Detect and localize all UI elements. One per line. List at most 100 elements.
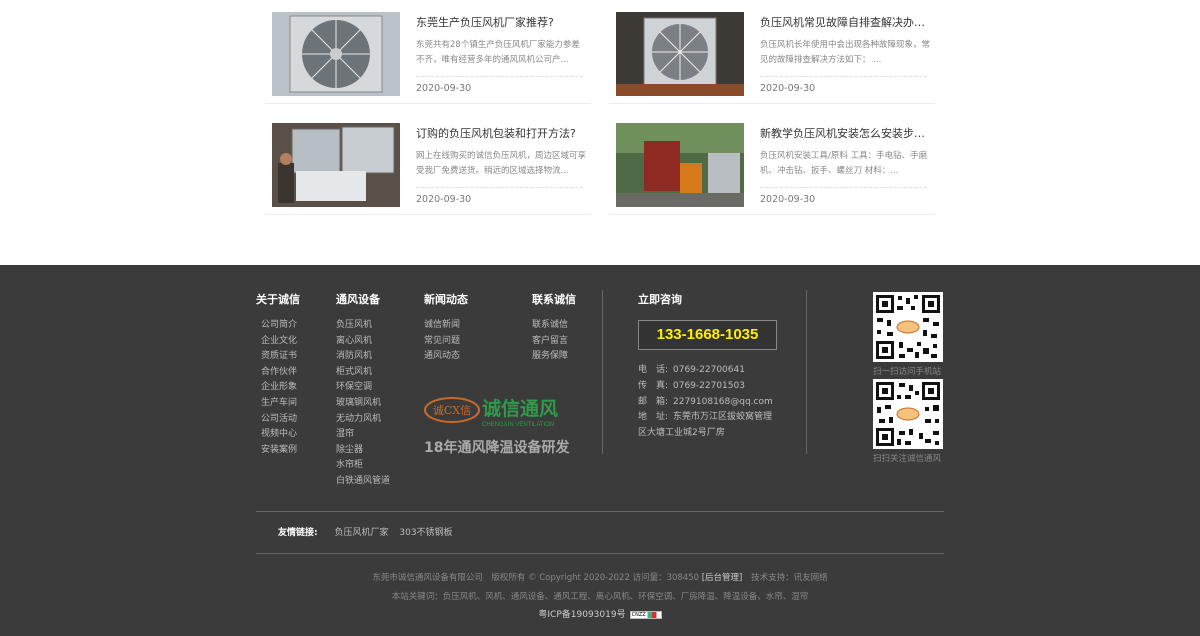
company-logo[interactable]: 诚CX信 诚信通风 CHENGXIN VENTILATION — [424, 393, 594, 433]
divider — [760, 187, 927, 188]
news-title[interactable]: 负压风机常见故障自排查解决办法? — [760, 14, 930, 30]
footer-link[interactable]: 客户留言 — [532, 334, 568, 350]
news-date: 2020-09-30 — [760, 194, 816, 205]
news-thumbnail-fan[interactable] — [616, 12, 744, 96]
news-thumbnail-truck[interactable] — [616, 123, 744, 207]
footer-link[interactable]: 负压风机 — [336, 318, 390, 334]
news-summary: 网上在线购买的诚信负压风机，周边区域可享受我厂免费送货。稍远的区域选择物流... — [416, 151, 586, 176]
contact-key: 地 址: — [638, 412, 669, 423]
footer-link[interactable]: 除尘器 — [336, 443, 390, 459]
news-card[interactable]: 订购的负压风机包装和打开方法? 网上在线购买的诚信负压风机，周边区域可享受我厂免… — [265, 111, 591, 215]
footer-link[interactable]: 合作伙伴 — [261, 365, 297, 381]
logo-badge-text: 诚CX信 — [433, 404, 471, 417]
friend-link[interactable]: 负压风机厂家 — [334, 528, 388, 538]
news-date: 2020-09-30 — [760, 83, 816, 94]
admin-link[interactable]: [后台管理] — [702, 573, 743, 583]
copyright-text: 东莞市诚信通风设备有限公司 版权所有 © Copyright 2020-2022… — [372, 573, 700, 583]
footer-link[interactable]: 离心风机 — [336, 334, 390, 350]
news-card[interactable]: 东莞生产负压风机厂家推荐? 东莞共有28个镇生产负压风机厂家能力参差不齐，唯有经… — [265, 0, 591, 104]
friend-link[interactable]: 303不锈钢板 — [399, 528, 452, 538]
footer-link[interactable]: 诚信新闻 — [424, 318, 460, 334]
footer-link[interactable]: 通风动态 — [424, 349, 460, 365]
footer-link[interactable]: 柜式风机 — [336, 365, 390, 381]
footer-contact-title[interactable]: 联系诚信 — [532, 291, 576, 307]
footer-news-list: 诚信新闻 常见问题 通风动态 — [424, 318, 460, 365]
email-value[interactable]: 2279108168@qq.com — [673, 397, 773, 407]
phone-value: 0769-22700641 — [673, 365, 745, 375]
contact-row: 邮 箱: 2279108168@qq.com — [638, 395, 773, 411]
news-summary: 负压风机安装工具/原料 工具：手电钻、手磨机、冲击钻、扳手、螺丝刀 材料：... — [760, 151, 928, 176]
footer-news-title[interactable]: 新闻动态 — [424, 291, 468, 307]
footer-link[interactable]: 联系诚信 — [532, 318, 568, 334]
footer-about-title[interactable]: 关于诚信 — [256, 291, 300, 307]
footer-link[interactable]: 公司活动 — [261, 412, 297, 428]
footer-link[interactable]: 环保空调 — [336, 380, 390, 396]
footer-link[interactable]: 企业文化 — [261, 334, 297, 350]
cnzz-badge[interactable]: CNZZ — [629, 610, 662, 619]
footer-link[interactable]: 安装案例 — [261, 443, 297, 459]
contact-key: 电 话: — [638, 365, 669, 375]
logo-text: 诚信通风 — [482, 397, 558, 420]
address-value: 东莞市万江区拔蛟窝管理 — [673, 412, 773, 423]
consult-title: 立即咨询 — [638, 293, 682, 306]
copyright-line: 东莞市诚信通风设备有限公司 版权所有 © Copyright 2020-2022… — [0, 571, 1200, 583]
footer-link[interactable]: 湿帘 — [336, 427, 390, 443]
friend-links-label: 友情链接: — [278, 528, 318, 538]
footer-link[interactable]: 无动力风机 — [336, 412, 390, 428]
contact-row: 地 址: 东莞市万江区拔蛟窝管理 — [638, 410, 773, 426]
news-summary: 负压风机长年使用中会出现各种故障现象，常见的故障排查解决方法如下： ... — [760, 40, 930, 65]
footer-contact-list: 联系诚信 客户留言 服务保障 — [532, 318, 568, 365]
qr-wechat-caption: 扫扫关注诚信通风 — [873, 454, 942, 464]
qr-code-wechat — [873, 379, 943, 449]
divider — [806, 290, 807, 454]
footer-products-list: 负压风机 离心风机 消防风机 柜式风机 环保空调 玻璃钢风机 无动力风机 湿帘 … — [336, 318, 390, 490]
news-title[interactable]: 新教学负压风机安装怎么安装步骤有... — [760, 125, 930, 141]
news-title[interactable]: 东莞生产负压风机厂家推荐? — [416, 14, 586, 30]
icp-record: 粤ICP备19093019号 CNZZ — [0, 607, 1200, 620]
contact-info: 电 话: 0769-22700641 传 真: 0769-22701503 邮 箱:… — [638, 363, 773, 442]
news-card[interactable]: 负压风机常见故障自排查解决办法? 负压风机长年使用中会出现各种故障现象，常见的故… — [609, 0, 935, 104]
divider — [256, 511, 944, 512]
qr-mobile-caption: 扫一扫访问手机站 — [873, 367, 942, 377]
news-date: 2020-09-30 — [416, 194, 472, 205]
divider — [760, 76, 927, 77]
footer-link[interactable]: 视频中心 — [261, 427, 297, 443]
divider — [256, 553, 944, 554]
news-title[interactable]: 订购的负压风机包装和打开方法? — [416, 125, 586, 141]
divider — [416, 76, 583, 77]
footer-link[interactable]: 生产车间 — [261, 396, 297, 412]
divider — [602, 290, 603, 454]
footer-link[interactable]: 企业形象 — [261, 380, 297, 396]
footer-link[interactable]: 公司简介 — [261, 318, 297, 334]
fax-value: 0769-22701503 — [673, 380, 745, 391]
contact-key: 邮 箱: — [638, 396, 669, 407]
contact-key: 传 真: — [638, 380, 669, 391]
news-date: 2020-09-30 — [416, 83, 472, 94]
footer-link[interactable]: 服务保障 — [532, 349, 568, 365]
footer-link[interactable]: 常见问题 — [424, 334, 460, 350]
contact-row: 传 真: 0769-22701503 — [638, 379, 773, 395]
logo-subtext: CHENGXIN VENTILATION — [482, 422, 554, 428]
divider — [416, 187, 583, 188]
footer-link[interactable]: 玻璃钢风机 — [336, 396, 390, 412]
news-card[interactable]: 新教学负压风机安装怎么安装步骤有... 负压风机安装工具/原料 工具：手电钻、手… — [609, 111, 935, 215]
site-keywords: 本站关键词：负压风机、风机、通风设备、通风工程、离心风机、环保空调、厂房降温、降… — [391, 592, 809, 602]
address-value-cont: 区大塘工业城2号厂房 — [638, 428, 725, 439]
hotline-number[interactable]: 133-1668-1035 — [638, 320, 777, 350]
site-footer: 关于诚信 公司简介 企业文化 资质证书 合作伙伴 企业形象 生产车间 公司活动 … — [0, 265, 1200, 636]
icp-number[interactable]: 粤ICP备19093019号 — [538, 610, 625, 620]
footer-link[interactable]: 水帘柜 — [336, 458, 390, 474]
qr-code-mobile — [873, 292, 943, 362]
news-summary: 东莞共有28个镇生产负压风机厂家能力参差不齐，唯有经营多年的通风风机公司产... — [416, 40, 580, 65]
news-section: 东莞生产负压风机厂家推荐? 东莞共有28个镇生产负压风机厂家能力参差不齐，唯有经… — [0, 0, 1200, 265]
footer-link[interactable]: 白铁通风管道 — [336, 474, 390, 490]
slogan: 18年通风降温设备研发 — [424, 440, 570, 456]
footer-link[interactable]: 消防风机 — [336, 349, 390, 365]
footer-products-title[interactable]: 通风设备 — [336, 291, 380, 307]
news-thumbnail-fan[interactable] — [272, 12, 400, 96]
contact-row: 区大塘工业城2号厂房 — [638, 426, 773, 442]
tech-support[interactable]: 技术支持：讯友网络 — [751, 573, 828, 583]
footer-link[interactable]: 资质证书 — [261, 349, 297, 365]
news-thumbnail-packing[interactable] — [272, 123, 400, 207]
friend-links: 友情链接: 负压风机厂家 303不锈钢板 — [278, 525, 461, 538]
